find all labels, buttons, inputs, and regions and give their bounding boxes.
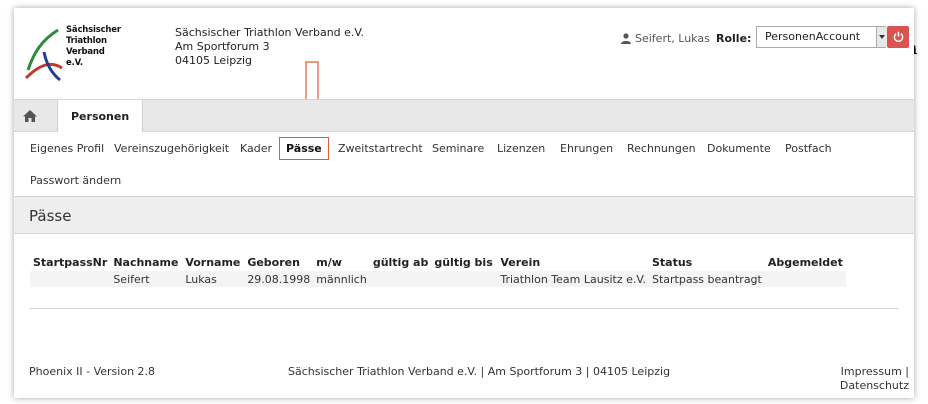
col-abgemeldet[interactable]: Abgemeldet	[765, 253, 846, 271]
subnav-kader[interactable]: Kader	[240, 142, 272, 155]
cell-geboren: 29.08.1998	[244, 271, 314, 287]
datenschutz-link[interactable]: Datenschutz	[814, 379, 909, 393]
page-title: Pässe	[29, 207, 72, 225]
app-window: Sächsischer Triathlon Verband e.V. Sächs…	[14, 8, 914, 398]
cell-gueltig-bis	[431, 271, 498, 287]
logo-line-1: Sächsischer	[66, 25, 121, 35]
home-icon[interactable]	[22, 108, 38, 124]
subnav-seminare[interactable]: Seminare	[432, 142, 484, 155]
page-header: Sächsischer Triathlon Verband e.V. Sächs…	[14, 8, 914, 121]
cell-status: Startpass beantragt	[648, 271, 765, 287]
logo-text: Sächsischer Triathlon Verband e.V.	[66, 25, 124, 69]
org-name: Sächsischer Triathlon Verband e.V.	[175, 26, 365, 39]
cell-vorname: Lukas	[182, 271, 245, 287]
cell-nachname: Seifert	[110, 271, 183, 287]
logo-line-3: Verband e.V.	[66, 47, 105, 68]
table-row[interactable]: Seifert Lukas 29.08.1998 männlich Triath…	[30, 271, 846, 287]
subnav-lizenzen[interactable]: Lizenzen	[497, 142, 545, 155]
org-address: Sächsischer Triathlon Verband e.V. Am Sp…	[175, 26, 364, 68]
subnav-rechnungen[interactable]: Rechnungen	[627, 142, 696, 155]
section-header: Pässe	[14, 196, 914, 234]
cell-startpassnr	[30, 271, 111, 287]
col-gueltig-ab[interactable]: gültig ab	[370, 253, 432, 271]
col-gueltig-bis[interactable]: gültig bis	[431, 253, 497, 271]
user-info[interactable]: Seifert, Lukas	[621, 32, 710, 45]
user-name: Seifert, Lukas	[635, 32, 710, 45]
logo-swoosh-icon	[24, 28, 63, 82]
subnav-eigenes-profil[interactable]: Eigenes Profil	[30, 142, 104, 155]
subnav-zweitstartrecht[interactable]: Zweitstartrecht	[338, 142, 423, 155]
footer-links: Impressum | Datenschutz	[814, 365, 909, 393]
org-city: 04105 Leipzig	[175, 54, 253, 67]
footer-version: Phoenix II - Version 2.8	[29, 365, 156, 378]
main-tabbar: Personen	[14, 99, 914, 132]
col-vorname[interactable]: Vorname	[182, 253, 244, 271]
cell-mw: männlich	[313, 271, 370, 287]
power-icon	[893, 31, 903, 42]
subnav-postfach[interactable]: Postfach	[785, 142, 832, 155]
content-divider	[29, 308, 899, 309]
chevron-down-icon[interactable]	[876, 27, 887, 47]
org-street: Am Sportforum 3	[175, 40, 270, 53]
org-logo[interactable]: Sächsischer Triathlon Verband e.V.	[24, 22, 124, 90]
col-verein[interactable]: Verein	[497, 253, 649, 271]
table-header-row: StartpassNr Nachname Vorname Geboren m/w…	[30, 253, 846, 271]
col-status[interactable]: Status	[649, 253, 765, 271]
cell-gueltig-ab	[369, 271, 432, 287]
footer-address: Sächsischer Triathlon Verband e.V. | Am …	[288, 365, 671, 378]
col-startpassnr[interactable]: StartpassNr	[30, 253, 110, 271]
tab-personen[interactable]: Personen	[57, 100, 144, 132]
subnav-ehrungen[interactable]: Ehrungen	[560, 142, 613, 155]
subnav-paesse[interactable]: Pässe	[279, 137, 329, 160]
role-select[interactable]: PersonenAccount	[756, 26, 886, 48]
user-icon	[621, 33, 631, 44]
cell-abgemeldet	[764, 271, 846, 287]
col-mw[interactable]: m/w	[313, 253, 370, 271]
impressum-link[interactable]: Impressum |	[814, 365, 909, 379]
col-nachname[interactable]: Nachname	[110, 253, 182, 271]
passes-table: StartpassNr Nachname Vorname Geboren m/w…	[30, 253, 846, 287]
col-geboren[interactable]: Geboren	[244, 253, 313, 271]
logout-button[interactable]	[887, 26, 909, 48]
cell-verein: Triathlon Team Lausitz e.V.	[497, 271, 649, 287]
logo-line-2: Triathlon	[66, 36, 107, 46]
role-label: Rolle:	[716, 32, 752, 45]
subnav-passwort-aendern[interactable]: Passwort ändern	[30, 174, 121, 187]
subnav-dokumente[interactable]: Dokumente	[707, 142, 771, 155]
subnav-vereinszugehoerigkeit[interactable]: Vereinszugehörigkeit	[114, 142, 229, 155]
